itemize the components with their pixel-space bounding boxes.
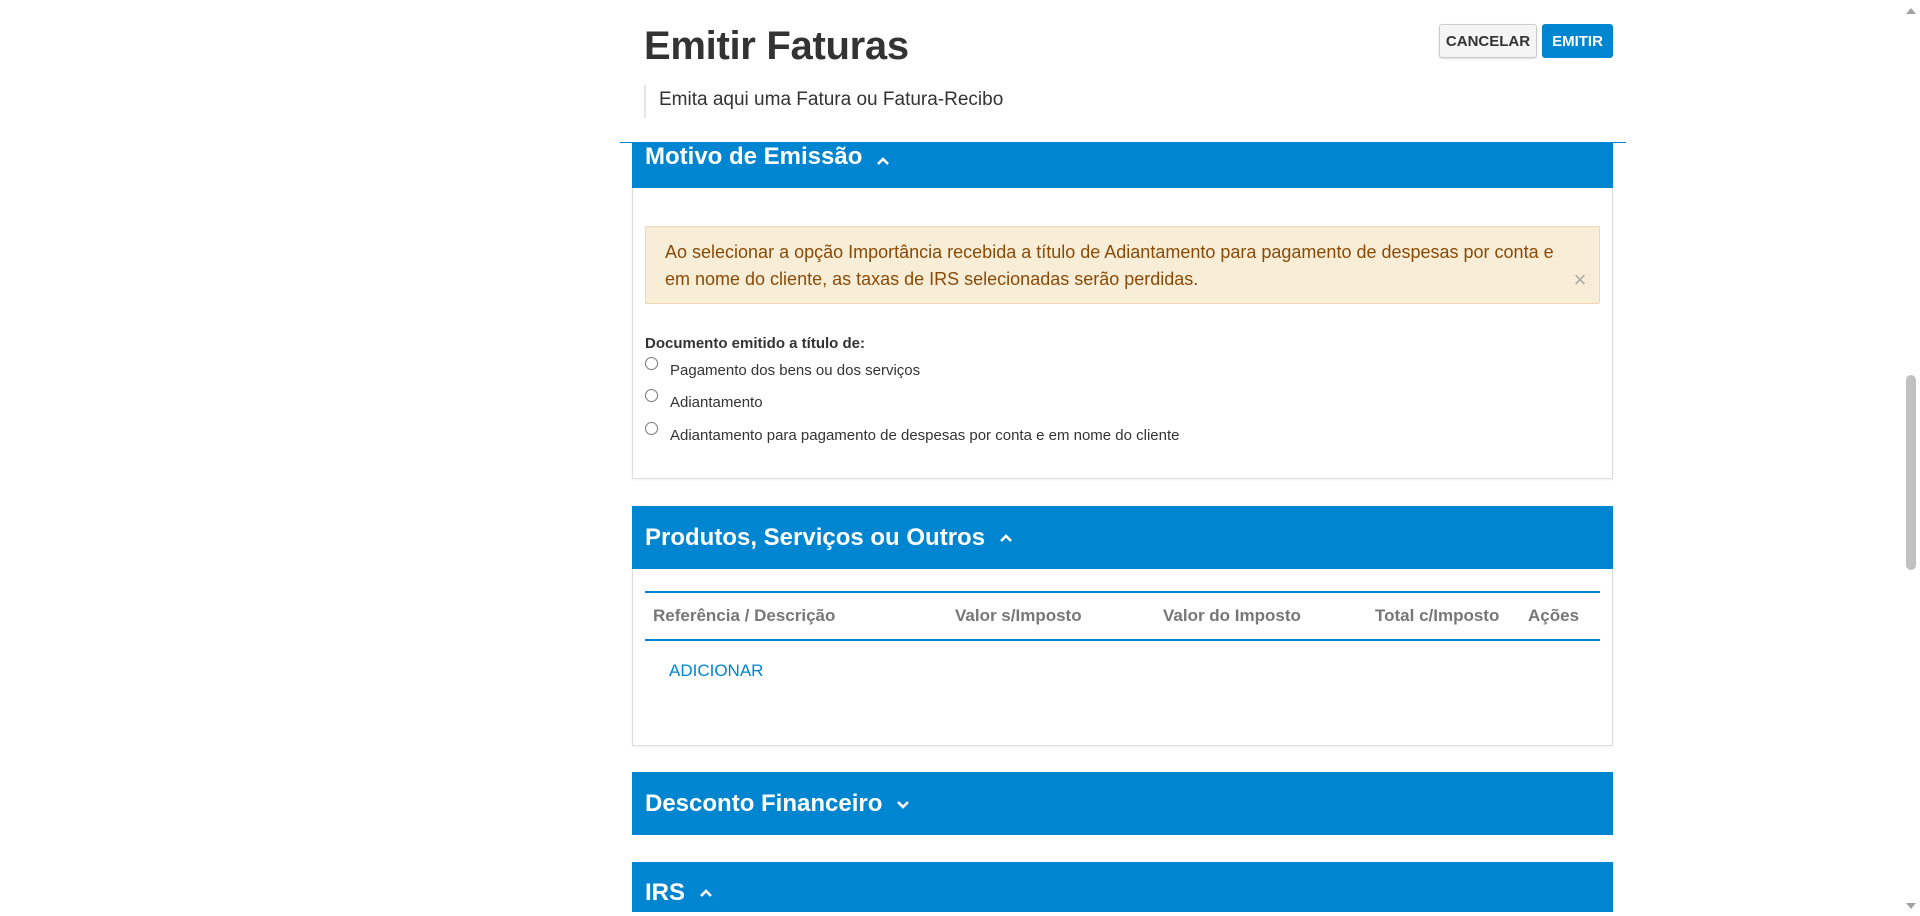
- radio-button[interactable]: [645, 389, 658, 402]
- irs-section-title: IRS: [645, 879, 686, 906]
- desconto-section-header[interactable]: Desconto Financeiro: [632, 772, 1613, 835]
- column-header-referencia: Referência / Descrição: [653, 606, 836, 625]
- alert-text: Ao selecionar a opção Importância recebi…: [665, 242, 1554, 289]
- subtitle-divider: [644, 85, 646, 118]
- page-subtitle: Emita aqui uma Fatura ou Fatura-Recibo: [659, 89, 1004, 110]
- irs-warning-alert: Ao selecionar a opção Importância recebi…: [645, 226, 1600, 304]
- chevron-down-icon: [894, 795, 912, 813]
- radio-option-adiantamento[interactable]: Adiantamento: [645, 389, 763, 411]
- page: Emitir Faturas CANCELAR EMITIR Emita aqu…: [0, 0, 1920, 912]
- desconto-section-title: Desconto Financeiro: [645, 789, 883, 817]
- table-header-border: [645, 639, 1600, 641]
- scrollbar-thumb[interactable]: [1906, 375, 1916, 570]
- column-header-total-c-imposto: Total c/Imposto: [1375, 606, 1500, 625]
- scroll-up-arrow-icon[interactable]: [1905, 3, 1917, 14]
- radio-label: Adiantamento: [670, 394, 763, 411]
- irs-section-header[interactable]: IRS: [632, 862, 1613, 912]
- motivo-section-title: Motivo de Emissão: [645, 143, 863, 170]
- radio-label: Adiantamento para pagamento de despesas …: [670, 427, 1180, 444]
- table-top-border: [645, 591, 1600, 593]
- column-header-valor-imposto: Valor do Imposto: [1163, 606, 1301, 625]
- produtos-section-header[interactable]: Produtos, Serviços ou Outros: [632, 506, 1613, 569]
- produtos-section-title: Produtos, Serviços ou Outros: [645, 523, 986, 551]
- radio-button[interactable]: [645, 422, 658, 435]
- radio-label: Pagamento dos bens ou dos serviços: [670, 362, 921, 379]
- motivo-section-header[interactable]: Motivo de Emissão: [632, 143, 1613, 188]
- document-purpose-label: Documento emitido a título de:: [645, 335, 865, 352]
- cancel-button[interactable]: CANCELAR: [1439, 24, 1537, 58]
- radio-option-pagamento[interactable]: Pagamento dos bens ou dos serviços: [645, 357, 921, 379]
- chevron-up-icon: [874, 152, 892, 170]
- close-icon[interactable]: ×: [1571, 269, 1589, 291]
- radio-button[interactable]: [645, 357, 658, 370]
- radio-option-adiantamento-despesas[interactable]: Adiantamento para pagamento de despesas …: [645, 422, 1180, 444]
- column-header-acoes: Ações: [1528, 606, 1580, 625]
- page-title: Emitir Faturas: [644, 24, 909, 68]
- add-product-link[interactable]: ADICIONAR: [669, 661, 763, 681]
- chevron-up-icon: [697, 884, 715, 902]
- emit-button[interactable]: EMITIR: [1542, 24, 1613, 58]
- column-header-valor-s-imposto: Valor s/Imposto: [955, 606, 1082, 625]
- scroll-down-arrow-icon[interactable]: [1905, 898, 1917, 909]
- chevron-up-icon: [997, 529, 1015, 547]
